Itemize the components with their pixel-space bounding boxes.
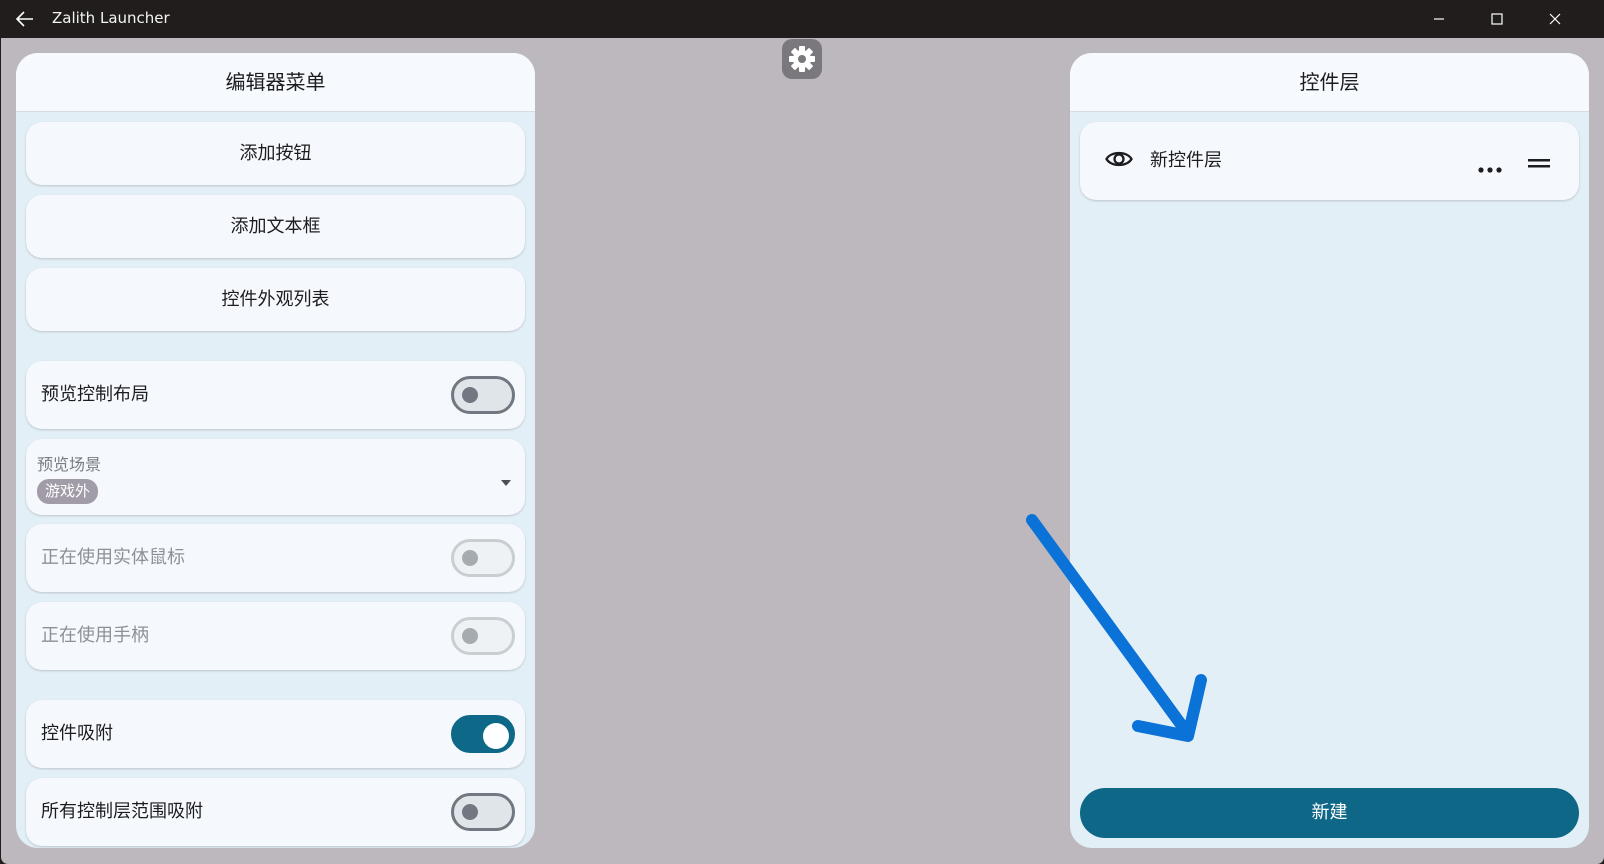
create-layer-button[interactable]: 新建 <box>1080 788 1579 838</box>
all-layers-snap-switch[interactable] <box>451 793 515 831</box>
editor-menu-panel: 编辑器菜单 添加按钮 添加文本框 控件外观列表 预览控制布局 预览场景 游戏外 … <box>16 53 535 848</box>
preview-scene-select[interactable]: 预览场景 游戏外 <box>26 439 525 515</box>
editor-menu-title: 编辑器菜单 <box>16 53 535 112</box>
layer-name: 新控件层 <box>1150 150 1222 171</box>
maximize-icon <box>1491 13 1503 25</box>
minimize-button[interactable] <box>1416 5 1462 33</box>
switch-knob <box>483 723 509 749</box>
back-arrow-icon[interactable] <box>13 7 37 31</box>
all-layers-snap-label: 所有控制层范围吸附 <box>41 801 203 822</box>
close-icon <box>1549 13 1561 25</box>
more-horizontal-icon[interactable] <box>1478 158 1502 177</box>
widget-styles-button[interactable]: 控件外观列表 <box>26 268 525 331</box>
all-layers-snap-row: 所有控制层范围吸附 <box>26 778 525 846</box>
preview-scene-label: 预览场景 <box>37 455 102 474</box>
switch-knob <box>462 387 478 403</box>
maximize-button[interactable] <box>1474 5 1520 33</box>
gear-icon <box>789 46 815 72</box>
widget-snap-row: 控件吸附 <box>26 700 525 768</box>
widget-snap-label: 控件吸附 <box>41 723 113 744</box>
preview-layout-row: 预览控制布局 <box>26 361 525 429</box>
preview-scene-value-chip: 游戏外 <box>37 479 99 504</box>
settings-button[interactable] <box>782 39 822 79</box>
physical-mouse-switch[interactable] <box>451 539 515 577</box>
gamepad-switch[interactable] <box>451 617 515 655</box>
widget-snap-switch[interactable] <box>451 715 515 753</box>
gamepad-row: 正在使用手柄 <box>26 602 525 670</box>
window-title: Zalith Launcher <box>52 9 170 27</box>
add-textbox-button[interactable]: 添加文本框 <box>26 195 525 258</box>
physical-mouse-label: 正在使用实体鼠标 <box>41 547 185 568</box>
close-button[interactable] <box>1532 5 1578 33</box>
drag-handle-icon[interactable] <box>1528 155 1550 174</box>
switch-knob <box>462 550 478 566</box>
switch-knob <box>462 628 478 644</box>
add-button-button[interactable]: 添加按钮 <box>26 122 525 185</box>
preview-layout-switch[interactable] <box>451 376 515 414</box>
title-bar: Zalith Launcher <box>0 0 1604 38</box>
preview-layout-label: 预览控制布局 <box>41 384 149 405</box>
dropdown-caret-icon <box>500 472 512 491</box>
eye-icon[interactable] <box>1105 149 1133 173</box>
physical-mouse-row: 正在使用实体鼠标 <box>26 524 525 592</box>
gamepad-label: 正在使用手柄 <box>41 625 149 646</box>
annotation-arrow <box>1026 514 1207 742</box>
layer-item[interactable]: 新控件层 <box>1080 122 1579 200</box>
switch-knob <box>462 804 478 820</box>
minimize-icon <box>1434 18 1444 20</box>
layers-panel-title: 控件层 <box>1070 53 1589 112</box>
